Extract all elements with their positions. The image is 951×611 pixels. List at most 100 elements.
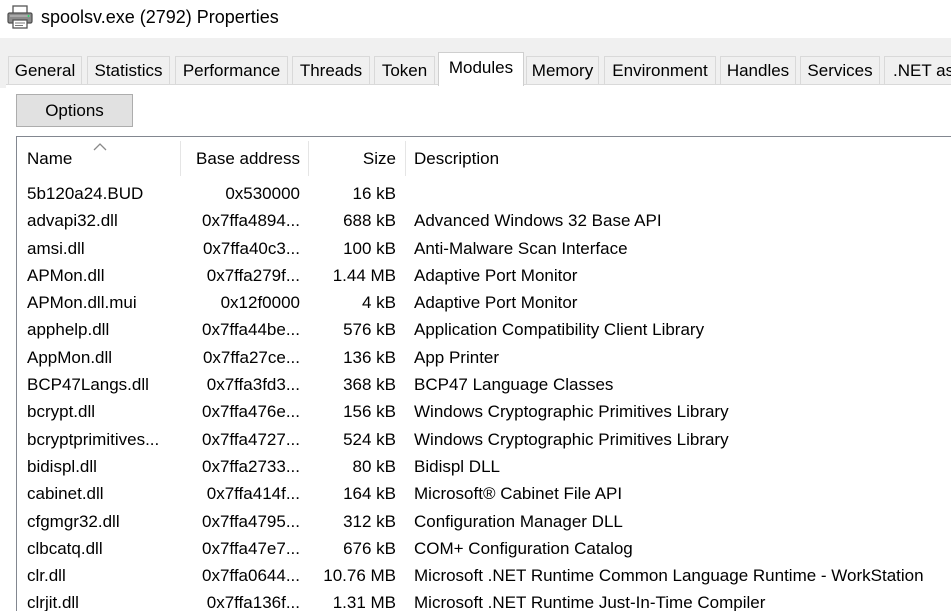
tab-handles[interactable]: Handles — [720, 56, 796, 84]
module-size: 156 kB — [343, 402, 396, 422]
options-button[interactable]: Options — [16, 94, 133, 127]
module-name: 5b120a24.BUD — [27, 184, 144, 203]
table-row[interactable]: APMon.dll 0x7ffa279f... 1.44 MB Adaptive… — [17, 262, 951, 289]
modules-list[interactable]: Name Base address Size Description 5b120… — [16, 136, 951, 611]
module-name: advapi32.dll — [27, 211, 118, 231]
module-description: Advanced Windows 32 Base API — [414, 211, 662, 231]
table-row[interactable]: AppMon.dll 0x7ffa27ce... 136 kB App Prin… — [17, 344, 951, 371]
column-header-size[interactable]: Size — [308, 137, 396, 180]
module-size: 312 kB — [343, 511, 396, 531]
module-name: APMon.dll — [27, 265, 105, 285]
module-description: Configuration Manager DLL — [414, 511, 623, 531]
module-description: Adaptive Port Monitor — [414, 265, 578, 285]
table-row[interactable]: clrjit.dll 0x7ffa136f... 1.31 MB Microso… — [17, 589, 951, 611]
module-size: 80 kB — [352, 456, 396, 476]
tab-statistics[interactable]: Statistics — [87, 56, 170, 84]
module-size: 688 kB — [343, 211, 396, 231]
module-description: Windows Cryptographic Primitives Library — [414, 429, 729, 449]
module-base-address: 0x7ffa4795... — [202, 511, 300, 531]
tab-memory[interactable]: Memory — [526, 56, 599, 84]
table-row[interactable]: BCP47Langs.dll 0x7ffa3fd3... 368 kB BCP4… — [17, 371, 951, 398]
module-base-address: 0x7ffa414f... — [206, 484, 300, 504]
tab-services[interactable]: Services — [800, 56, 880, 84]
sort-ascending-icon — [93, 139, 107, 151]
module-name: bidispl.dll — [27, 456, 97, 476]
module-name: apphelp.dll — [27, 320, 110, 340]
tab-general[interactable]: General — [8, 56, 82, 84]
table-row[interactable]: bcryptprimitives... 0x7ffa4727... 524 kB… — [17, 426, 951, 453]
tab-threads[interactable]: Threads — [292, 56, 370, 84]
module-size: 1.44 MB — [332, 265, 396, 285]
tab-modules[interactable]: Modules — [438, 52, 524, 86]
module-description: App Printer — [414, 347, 500, 367]
column-header-size-label: Size — [362, 149, 396, 168]
module-name: clrjit.dll — [27, 593, 79, 611]
module-name: clr.dll — [27, 566, 66, 586]
module-size: 676 kB — [343, 538, 396, 558]
column-header-base-address-label: Base address — [196, 149, 300, 168]
module-name: APMon.dll.mui — [27, 293, 137, 313]
module-description: Anti-Malware Scan Interface — [414, 238, 628, 258]
module-base-address: 0x7ffa3fd3... — [206, 375, 300, 395]
module-base-address: 0x7ffa0644... — [202, 566, 300, 586]
module-base-address: 0x7ffa136f... — [206, 593, 300, 611]
module-description: Microsoft .NET Runtime Common Language R… — [414, 566, 924, 586]
module-base-address: 0x7ffa4894... — [202, 211, 300, 231]
table-row[interactable]: 5b120a24.BUD 0x530000 16 kB — [17, 180, 951, 207]
module-size: 4 kB — [361, 293, 396, 313]
tab-token[interactable]: Token — [374, 56, 435, 84]
module-size: 100 kB — [343, 238, 396, 258]
module-description: Bidispl DLL — [414, 456, 500, 476]
table-row[interactable]: APMon.dll.mui 0x12f0000 4 kB Adaptive Po… — [17, 289, 951, 316]
list-rows: 5b120a24.BUD 0x530000 16 kB advapi32.dll… — [17, 180, 951, 611]
column-separator[interactable] — [405, 141, 406, 176]
module-name: bcryptprimitives... — [27, 429, 160, 449]
module-description: COM+ Configuration Catalog — [414, 538, 633, 558]
module-base-address: 0x530000 — [225, 184, 300, 203]
tab-performance[interactable]: Performance — [175, 56, 288, 84]
tab-dotnet-assemblies[interactable]: .NET as — [884, 56, 951, 84]
title-bar[interactable]: spoolsv.exe (2792) Properties — [0, 0, 951, 38]
table-row[interactable]: amsi.dll 0x7ffa40c3... 100 kB Anti-Malwa… — [17, 235, 951, 262]
module-description: BCP47 Language Classes — [414, 375, 614, 395]
table-row[interactable]: apphelp.dll 0x7ffa44be... 576 kB Applica… — [17, 316, 951, 343]
table-row[interactable]: clbcatq.dll 0x7ffa47e7... 676 kB COM+ Co… — [17, 535, 951, 562]
module-base-address: 0x12f0000 — [220, 293, 300, 313]
module-name: BCP47Langs.dll — [27, 375, 149, 395]
module-name: clbcatq.dll — [27, 538, 103, 558]
module-description: Adaptive Port Monitor — [414, 293, 578, 313]
module-name: cfgmgr32.dll — [27, 511, 120, 531]
module-description: Windows Cryptographic Primitives Library — [414, 402, 729, 422]
module-description: Microsoft .NET Runtime Just-In-Time Comp… — [414, 593, 766, 611]
module-base-address: 0x7ffa4727... — [202, 429, 300, 449]
table-row[interactable]: cabinet.dll 0x7ffa414f... 164 kB Microso… — [17, 480, 951, 507]
module-name: bcrypt.dll — [27, 402, 96, 422]
module-size: 524 kB — [343, 429, 396, 449]
module-base-address: 0x7ffa476e... — [202, 402, 300, 422]
table-row[interactable]: clr.dll 0x7ffa0644... 10.76 MB Microsoft… — [17, 562, 951, 589]
table-row[interactable]: bcrypt.dll 0x7ffa476e... 156 kB Windows … — [17, 398, 951, 425]
module-description — [414, 180, 951, 207]
module-description: Application Compatibility Client Library — [414, 320, 705, 340]
properties-window: spoolsv.exe (2792) Properties General St… — [0, 0, 951, 611]
module-name: amsi.dll — [27, 238, 85, 258]
column-header-description[interactable]: Description — [414, 137, 714, 180]
table-row[interactable]: cfgmgr32.dll 0x7ffa4795... 312 kB Config… — [17, 508, 951, 535]
table-row[interactable]: bidispl.dll 0x7ffa2733... 80 kB Bidispl … — [17, 453, 951, 480]
list-header: Name Base address Size Description — [17, 137, 951, 180]
module-size: 136 kB — [343, 347, 396, 367]
module-base-address: 0x7ffa40c3... — [202, 238, 300, 258]
module-size: 164 kB — [343, 484, 396, 504]
tab-environment[interactable]: Environment — [604, 56, 716, 84]
module-description: Microsoft® Cabinet File API — [414, 484, 623, 504]
table-row[interactable]: advapi32.dll 0x7ffa4894... 688 kB Advanc… — [17, 207, 951, 234]
module-size: 16 kB — [352, 184, 396, 203]
column-header-description-label: Description — [414, 149, 500, 168]
module-base-address: 0x7ffa2733... — [202, 456, 300, 476]
column-header-base-address[interactable]: Base address — [180, 137, 300, 180]
module-size: 576 kB — [343, 320, 396, 340]
window-title: spoolsv.exe (2792) Properties — [41, 7, 279, 27]
module-base-address: 0x7ffa47e7... — [202, 538, 300, 558]
module-base-address: 0x7ffa279f... — [206, 265, 300, 285]
module-name: cabinet.dll — [27, 484, 104, 504]
